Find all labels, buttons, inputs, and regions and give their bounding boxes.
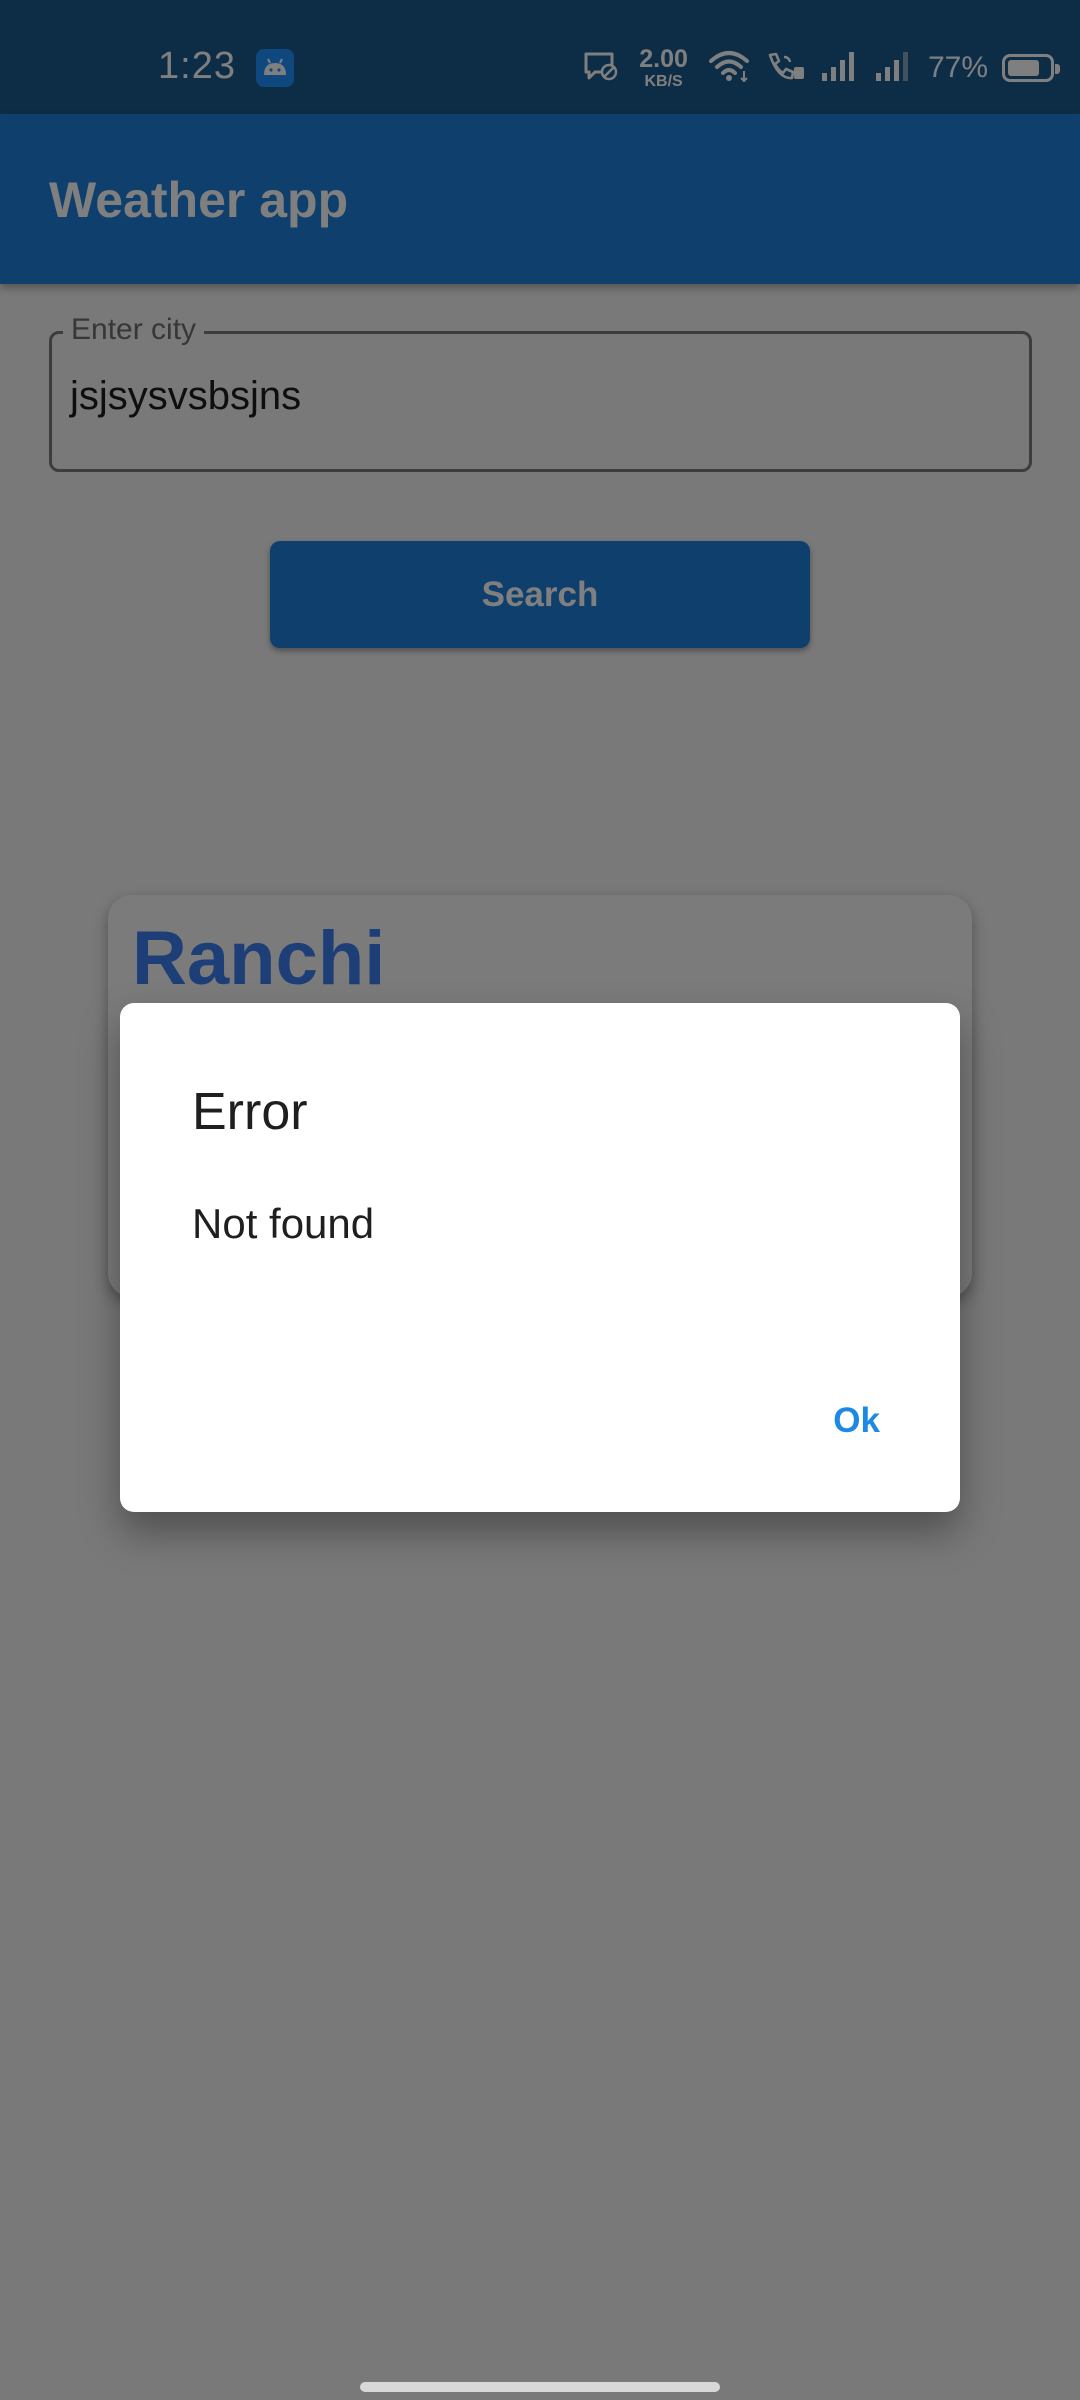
gesture-nav-bar[interactable] (360, 2382, 720, 2392)
error-dialog: Error Not found Ok (120, 1003, 960, 1512)
ok-button[interactable]: Ok (819, 1391, 894, 1451)
dialog-title: Error (192, 1083, 308, 1141)
dialog-message: Not found (192, 1200, 375, 1247)
